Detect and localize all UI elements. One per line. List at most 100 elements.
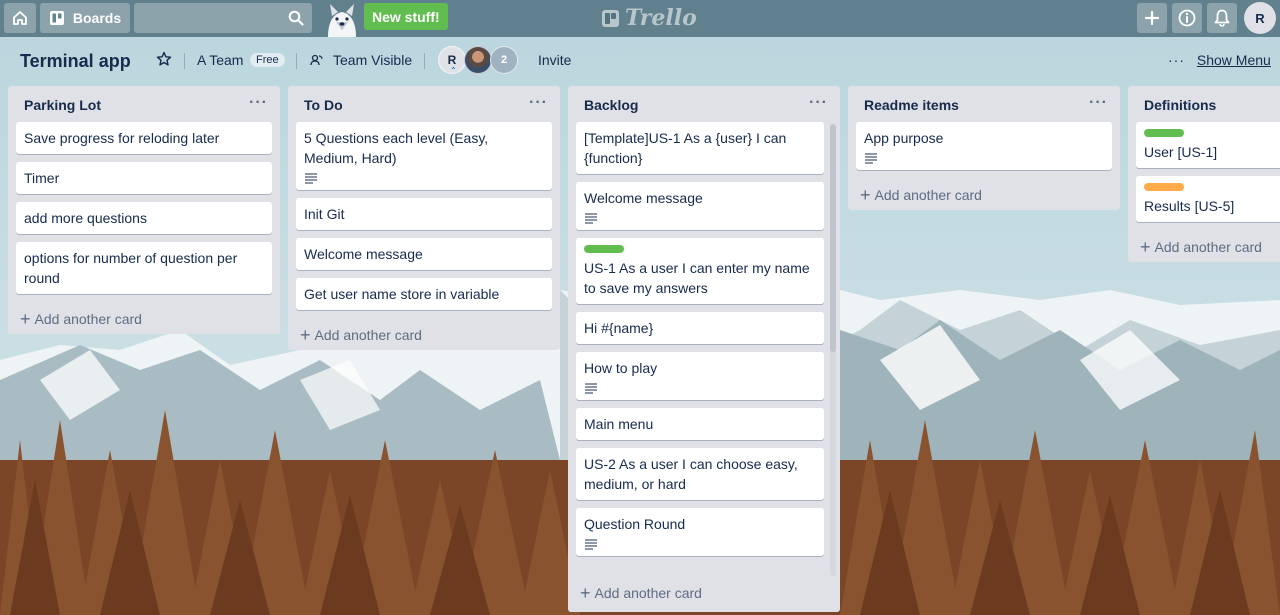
team-visibility-icon (310, 54, 323, 66)
card[interactable]: [Template]US-1 As a {user} I can {functi… (576, 122, 824, 174)
search-icon (288, 10, 304, 26)
card[interactable]: User [US-1] (1136, 122, 1280, 168)
description-icon (585, 383, 597, 394)
card[interactable]: Init Git (296, 198, 552, 230)
add-card-button[interactable]: + Add another card (288, 318, 560, 350)
list-menu-icon[interactable]: ··· (529, 94, 548, 112)
list-title[interactable]: To Do (304, 97, 343, 113)
card[interactable]: Question Round (576, 508, 824, 556)
list-menu-icon[interactable]: ··· (809, 94, 828, 112)
home-icon (13, 11, 27, 25)
card-title: 5 Questions each level (Easy, Medium, Ha… (304, 130, 489, 166)
trello-logo[interactable]: Trello (602, 5, 697, 31)
card[interactable]: App purpose (856, 122, 1112, 170)
list-header[interactable]: Readme items ··· (848, 86, 1120, 122)
card[interactable]: Results [US-5] (1136, 176, 1280, 222)
description-icon (305, 173, 317, 184)
boards-button[interactable]: Boards (40, 3, 130, 33)
card-title: Hi #{name} (584, 320, 654, 336)
card-title: Results [US-5] (1144, 198, 1235, 214)
card[interactable]: Get user name store in variable (296, 278, 552, 310)
add-card-button[interactable]: + Add another card (8, 302, 280, 334)
search-input[interactable] (134, 3, 312, 33)
user-avatar[interactable]: R (1244, 2, 1276, 34)
card[interactable]: Welcome message (296, 238, 552, 270)
team-name[interactable]: A Team (197, 52, 243, 68)
card[interactable]: How to play (576, 352, 824, 400)
list-menu-icon[interactable]: ··· (249, 94, 268, 112)
notifications-button[interactable] (1207, 3, 1237, 33)
list-menu-icon[interactable]: ··· (1089, 94, 1108, 112)
header-divider (424, 53, 425, 69)
card-title: options for number of question per round (24, 250, 238, 286)
card[interactable]: US-2 As a user I can choose easy, medium… (576, 448, 824, 500)
plan-badge: Free (250, 53, 285, 67)
trello-logo-icon (602, 9, 619, 27)
add-card-button[interactable]: + Add another card (1128, 230, 1280, 262)
member-photo-avatar[interactable] (464, 46, 492, 74)
card-title: User [US-1] (1144, 144, 1218, 160)
card-title: App purpose (864, 130, 944, 146)
list-title[interactable]: Definitions (1144, 97, 1216, 113)
description-icon (865, 153, 877, 164)
new-stuff-button[interactable]: New stuff! (364, 3, 448, 30)
card[interactable]: 5 Questions each level (Easy, Medium, Ha… (296, 122, 552, 190)
add-card-label: Add another card (34, 311, 142, 327)
card-title: [Template]US-1 As a {user} I can {functi… (584, 130, 787, 166)
card-label-green[interactable] (1144, 129, 1184, 137)
list-header[interactable]: Backlog ··· (568, 86, 840, 122)
bell-icon (1214, 9, 1230, 27)
list-definitions: Definitions User [US-1] Results [US-5] +… (1128, 86, 1280, 262)
plus-icon (1144, 10, 1160, 26)
card[interactable]: Timer (16, 162, 272, 194)
list-to-do: To Do ··· 5 Questions each level (Easy, … (288, 86, 560, 350)
list-readme-items: Readme items ··· App purpose + Add anothe… (848, 86, 1120, 210)
board-header: Terminal app A Team Free Team Visible R … (0, 37, 1280, 85)
card-label-green[interactable] (584, 245, 624, 253)
create-button[interactable] (1137, 3, 1167, 33)
list-header[interactable]: Parking Lot ··· (8, 86, 280, 122)
list-title[interactable]: Parking Lot (24, 97, 101, 113)
add-card-label: Add another card (874, 187, 982, 203)
list-title[interactable]: Readme items (864, 97, 959, 113)
list-backlog: Backlog ··· [Template]US-1 As a {user} I… (568, 86, 840, 612)
plus-icon: + (860, 185, 871, 205)
card[interactable]: options for number of question per round (16, 242, 272, 294)
add-card-label: Add another card (594, 585, 702, 601)
list-header[interactable]: Definitions (1128, 86, 1280, 122)
invite-button[interactable]: Invite (538, 52, 571, 68)
card[interactable]: Save progress for reloding later (16, 122, 272, 154)
member-initial: R (447, 53, 457, 67)
list-scrollbar-thumb[interactable] (830, 124, 836, 352)
card[interactable]: Hi #{name} (576, 312, 824, 344)
info-icon (1178, 9, 1196, 27)
card[interactable]: Main menu (576, 408, 824, 440)
list-parking-lot: Parking Lot ··· Save progress for relodi… (8, 86, 280, 334)
header-divider (184, 53, 185, 69)
card[interactable]: US-1 As a user I can enter my name to sa… (576, 238, 824, 304)
extra-members-count[interactable]: 2 (490, 46, 518, 74)
more-dots-icon: ··· (1168, 52, 1185, 68)
card[interactable]: add more questions (16, 202, 272, 234)
card-title: Welcome message (304, 246, 423, 262)
list-title[interactable]: Backlog (584, 97, 638, 113)
home-button[interactable] (4, 3, 36, 33)
add-card-label: Add another card (1154, 239, 1262, 255)
add-card-button[interactable]: + Add another card (848, 178, 1120, 210)
show-menu-button[interactable]: ··· Show Menu (1168, 52, 1271, 68)
add-card-label: Add another card (314, 327, 422, 343)
card-title: How to play (584, 360, 658, 376)
plus-icon: + (580, 583, 591, 603)
star-icon[interactable] (156, 51, 172, 72)
visibility-button[interactable]: Team Visible (333, 52, 412, 68)
trello-logo-text: Trello (625, 5, 697, 31)
card-label-orange[interactable] (1144, 183, 1184, 191)
list-header[interactable]: To Do ··· (288, 86, 560, 122)
info-button[interactable] (1172, 3, 1202, 33)
header-divider (296, 53, 297, 69)
boards-label: Boards (72, 10, 122, 26)
card[interactable]: Welcome message (576, 182, 824, 230)
member-avatar[interactable]: R ⌃ (438, 46, 466, 75)
board-title[interactable]: Terminal app (20, 51, 131, 72)
add-card-button[interactable]: + Add another card (568, 574, 840, 606)
